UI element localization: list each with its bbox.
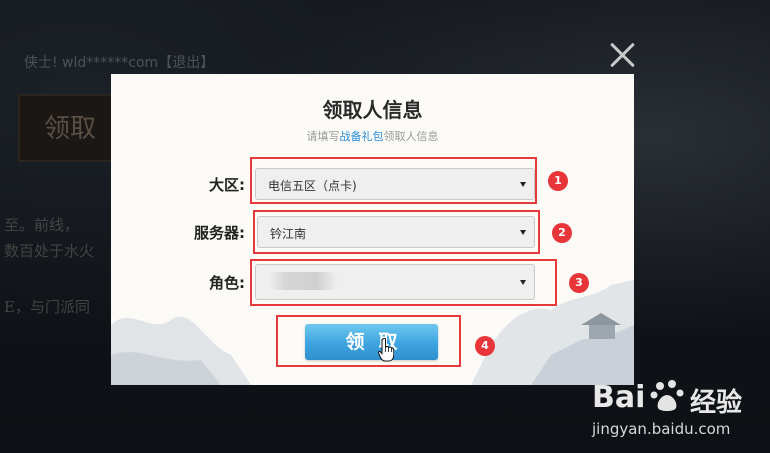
background-story-line: E，与门派同 bbox=[4, 298, 90, 316]
annotation-box-server bbox=[253, 210, 540, 254]
annotation-badge: 4 bbox=[475, 336, 495, 356]
server-label: 服务器: bbox=[194, 224, 245, 242]
background-story-line: 数百处于水火 bbox=[4, 242, 95, 260]
region-label: 大区: bbox=[209, 176, 245, 194]
annotation-badge: 3 bbox=[569, 273, 589, 293]
watermark-url: jingyan.baidu.com bbox=[592, 420, 731, 438]
subtitle-prefix: 请填写 bbox=[306, 130, 340, 143]
paw-logo-icon bbox=[650, 380, 684, 411]
background-story-line: 至。前线， bbox=[4, 216, 80, 234]
annotation-box-character bbox=[250, 259, 557, 306]
dialog-subtitle: 请填写战备礼包领取人信息 bbox=[111, 128, 634, 144]
character-label: 角色: bbox=[209, 274, 245, 292]
background-claim-tab-label: 领取 bbox=[44, 114, 97, 144]
annotation-box-region bbox=[250, 157, 537, 204]
dialog-title: 领取人信息 bbox=[322, 98, 423, 122]
watermark-brand-left: Bai bbox=[592, 380, 646, 415]
gift-pack-link[interactable]: 战备礼包 bbox=[340, 130, 384, 143]
user-account-line: 侠士! wld******com【退出】 bbox=[24, 55, 215, 71]
annotation-box-claim bbox=[276, 315, 461, 367]
annotation-badge: 2 bbox=[552, 223, 572, 243]
subtitle-suffix: 领取人信息 bbox=[383, 130, 439, 143]
close-icon[interactable] bbox=[608, 40, 638, 70]
annotation-badge: 1 bbox=[548, 171, 568, 191]
watermark-brand-right: 经验 bbox=[690, 388, 743, 418]
baidu-jingyan-watermark: Bai 经验 bbox=[590, 370, 765, 450]
